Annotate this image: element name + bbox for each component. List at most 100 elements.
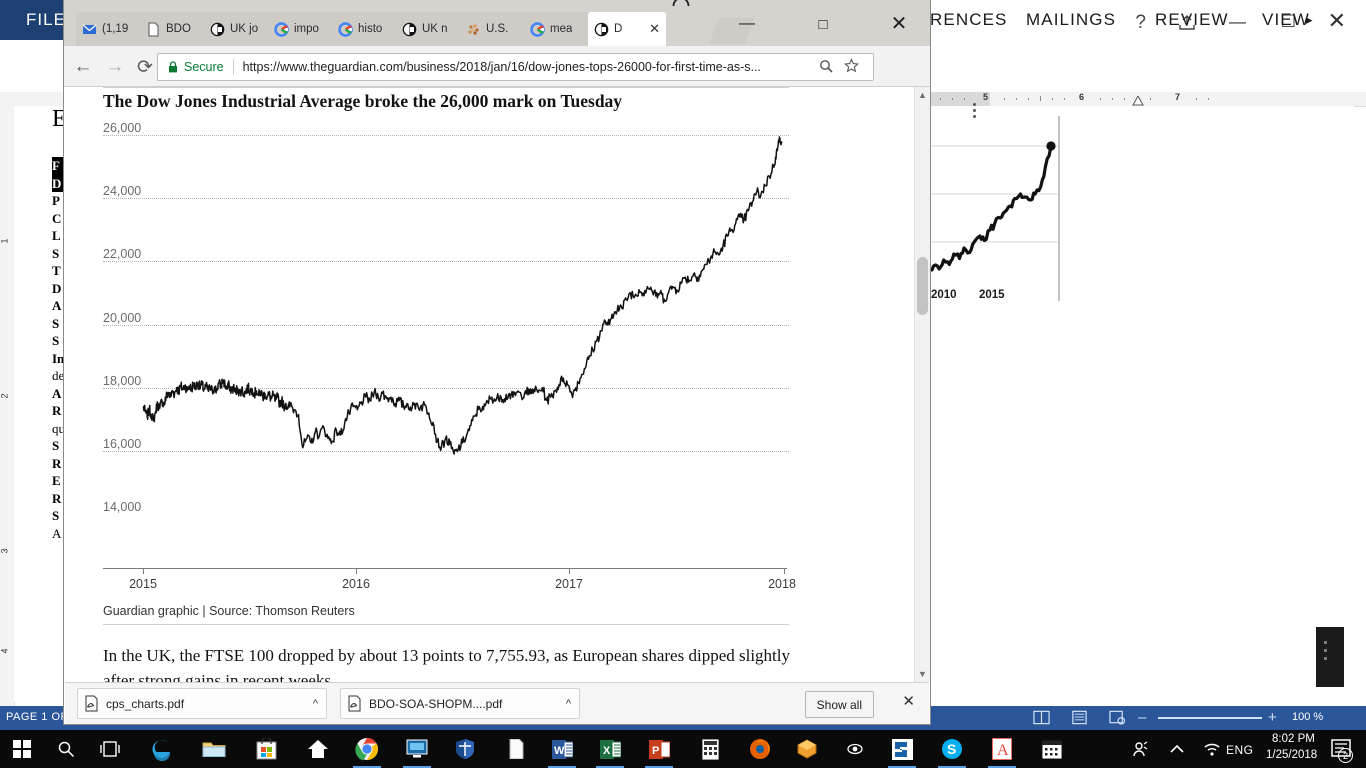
article-paragraph: In the UK, the FTSE 100 dropped by about… <box>103 646 790 682</box>
x-tick-2017: 2017 <box>555 577 583 591</box>
zoom-level-value[interactable]: 100 % <box>1292 711 1323 723</box>
x-axis-line <box>103 568 787 569</box>
dots-icon <box>468 23 479 35</box>
chrome-browser-window: (1,19 BDO UK jo impo histo UK n U.S. mea… <box>64 0 976 724</box>
eye-app-icon[interactable] <box>833 730 877 768</box>
scrollbar-thumb[interactable] <box>917 257 928 315</box>
star-icon[interactable] <box>844 58 859 73</box>
forward-button[interactable]: → <box>104 56 126 78</box>
guardian-icon <box>402 22 417 36</box>
close-downloads-bar-icon[interactable]: ✕ <box>902 692 915 710</box>
word-taskbar-icon[interactable]: W <box>540 730 584 768</box>
pdf-icon <box>85 695 98 712</box>
document-file-icon[interactable] <box>494 730 538 768</box>
search-button[interactable] <box>44 730 88 768</box>
address-bar[interactable]: Secure https://www.theguardian.com/busin… <box>157 53 874 81</box>
word-tab-review[interactable]: REVIEW <box>1155 0 1229 40</box>
download-file-name: cps_charts.pdf <box>106 696 185 711</box>
scroll-down-arrow-icon[interactable]: ▼ <box>918 669 927 679</box>
word-tab-view[interactable]: VIEW <box>1262 0 1310 40</box>
tab-close-icon[interactable]: ✕ <box>649 22 660 35</box>
firefox-icon[interactable] <box>738 730 782 768</box>
read-mode-icon[interactable] <box>1033 710 1050 725</box>
browser-tab-1[interactable]: (1,19 <box>76 12 148 46</box>
winrar-icon[interactable] <box>785 730 829 768</box>
web-layout-icon[interactable] <box>1109 710 1126 725</box>
document-icon <box>148 22 159 36</box>
browser-tab-2[interactable]: BDO <box>140 12 212 46</box>
x-tick-2016: 2016 <box>342 577 370 591</box>
calendar-icon[interactable] <box>1030 730 1074 768</box>
word-close-button[interactable]: ✕ <box>1328 10 1346 32</box>
x-tick-2015: 2015 <box>129 577 157 591</box>
ribbon-overflow-arrow-icon[interactable]: ▸ <box>1306 0 1314 40</box>
scroll-up-arrow-icon[interactable]: ▲ <box>918 90 927 100</box>
microsoft-store-icon[interactable] <box>244 730 288 768</box>
omnibox-divider <box>232 59 234 75</box>
status-page-label: PAGE 1 OF <box>6 711 68 723</box>
chrome-minimize-button[interactable]: — <box>724 10 770 38</box>
word-embedded-line-chart: 2010 2015 <box>924 116 1060 301</box>
browser-tab-active-guardian[interactable]: D ✕ <box>588 12 666 46</box>
download-menu-caret-icon[interactable]: ^ <box>313 698 318 710</box>
edge-browser-icon[interactable] <box>140 730 184 768</box>
download-menu-caret-icon[interactable]: ^ <box>566 698 571 710</box>
zoom-search-icon[interactable] <box>819 59 833 73</box>
start-button[interactable] <box>0 730 44 768</box>
chrome-close-button[interactable]: ✕ <box>876 8 922 38</box>
powerpoint-taskbar-icon[interactable]: P <box>637 730 681 768</box>
clock-time[interactable]: 8:02 PM <box>1272 733 1315 745</box>
download-file-name: BDO-SOA-SHOPM....pdf <box>369 696 503 711</box>
chart-source-caption: Guardian graphic | Source: Thomson Reute… <box>103 604 355 618</box>
adobe-reader-icon[interactable]: A <box>980 730 1024 768</box>
caption-divider <box>103 624 789 625</box>
browser-tab-4[interactable]: impo <box>268 12 340 46</box>
user-profile-icon[interactable] <box>666 0 696 12</box>
address-bar-url[interactable]: https://www.theguardian.com/business/201… <box>243 60 761 74</box>
home-app-icon[interactable] <box>296 730 340 768</box>
input-language-indicator[interactable]: ENG <box>1226 743 1254 757</box>
file-explorer-icon[interactable] <box>192 730 236 768</box>
vruler-number-1: 1 <box>0 238 10 244</box>
vruler-number-4: 4 <box>0 648 10 654</box>
back-button[interactable]: ← <box>72 56 94 78</box>
remote-desktop-icon[interactable] <box>395 730 439 768</box>
excel-taskbar-icon[interactable]: X <box>588 730 632 768</box>
browser-tab-3[interactable]: UK jo <box>204 12 276 46</box>
chrome-browser-icon[interactable] <box>345 730 389 768</box>
clock-date[interactable]: 1/25/2018 <box>1266 749 1317 761</box>
download-item-cps-charts[interactable]: cps_charts.pdf ^ <box>77 688 327 719</box>
show-all-downloads-button[interactable]: Show all <box>804 691 874 718</box>
windows-defender-icon[interactable] <box>443 730 487 768</box>
kebab-menu-icon[interactable] <box>973 103 976 106</box>
tab-title: impo <box>294 23 319 35</box>
browser-tab-8[interactable]: mea <box>524 12 596 46</box>
page-scrollbar[interactable]: ▲ ▼ <box>914 87 930 682</box>
word-tab-mailings[interactable]: MAILINGS <box>1026 0 1116 40</box>
chrome-maximize-button[interactable]: □ <box>800 10 846 38</box>
task-view-button[interactable] <box>88 730 132 768</box>
reload-button[interactable]: ⟳ <box>134 56 156 78</box>
vertical-ruler[interactable]: 1 2 3 4 <box>0 106 15 706</box>
tab-title: D <box>614 23 623 35</box>
sharepoint-app-icon[interactable] <box>880 730 924 768</box>
skype-icon[interactable]: S <box>930 730 974 768</box>
notification-count-badge: 2 <box>1338 748 1353 763</box>
download-item-bdo-soa[interactable]: BDO-SOA-SHOPM....pdf ^ <box>340 688 580 719</box>
calculator-icon[interactable] <box>688 730 732 768</box>
dow-jones-line-chart: 26,000 24,000 22,000 20,000 18,000 16,00… <box>103 121 825 597</box>
ruler-indent-marker[interactable] <box>1132 96 1144 106</box>
mini-chart-xtick-2010: 2010 <box>931 289 957 301</box>
word-minimize-button[interactable]: — <box>1229 12 1246 32</box>
tab-title: U.S. <box>486 23 509 35</box>
chart-title: The Dow Jones Industrial Average broke t… <box>103 91 623 111</box>
zoom-slider[interactable] <box>1158 717 1262 719</box>
browser-tab-5[interactable]: histo <box>332 12 404 46</box>
browser-tab-7[interactable]: U.S. <box>460 12 532 46</box>
word-tab-references[interactable]: RENCES <box>930 0 1007 40</box>
zoom-out-button[interactable]: – <box>1138 709 1146 726</box>
zoom-in-button[interactable]: + <box>1268 709 1277 726</box>
print-layout-icon[interactable] <box>1071 710 1088 725</box>
browser-tab-6[interactable]: UK n <box>396 12 468 46</box>
ruler-number-7: 7 <box>1175 92 1181 102</box>
